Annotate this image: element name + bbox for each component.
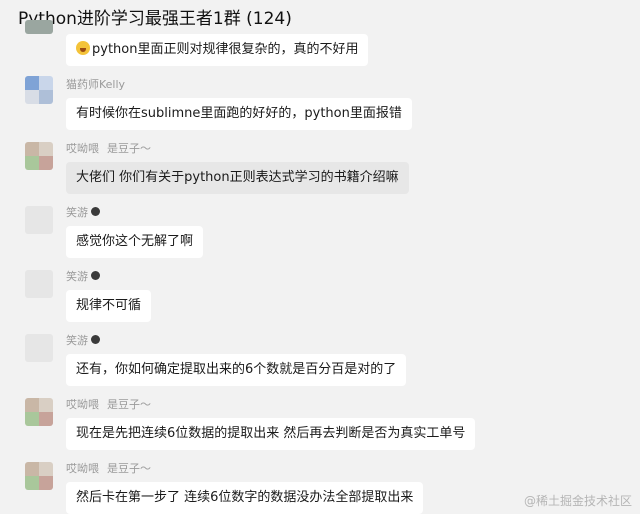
sender-nickname: 哎呦喂 (66, 142, 99, 155)
badge-icon (91, 335, 100, 344)
message-text: 还有，你如何确定提取出来的6个数就是百分百是对的了 (76, 362, 397, 377)
message-text: 现在是先把连续6位数据的提取出来 然后再去判断是否为真实工单号 (76, 426, 466, 441)
sender-nickname: 笑游 (66, 334, 88, 347)
member-tag: 是豆子～ (107, 462, 151, 475)
sender-name: 笑游 (66, 332, 101, 348)
avatar[interactable] (25, 76, 53, 104)
message-bubble[interactable]: 然后卡在第一步了 连续6位数字的数据没办法全部提取出来 (66, 482, 424, 514)
avatar[interactable] (25, 334, 53, 362)
sender-name: 笑游 (66, 204, 101, 220)
chat-header: Python进阶学习最强王者1群 (124) (0, 0, 640, 34)
sender-name: 笑游 (66, 268, 101, 284)
sender-nickname: 笑游 (66, 206, 88, 219)
message-text: 规律不可循 (76, 298, 142, 313)
message-bubble[interactable]: 大佬们 你们有关于python正则表达式学习的书籍介绍嘛 (66, 162, 409, 194)
message-text: 有时候你在sublimne里面跑的好好的，python里面报错 (76, 106, 402, 121)
message-bubble[interactable]: 还有，你如何确定提取出来的6个数就是百分百是对的了 (66, 354, 407, 386)
message-bubble[interactable]: 感觉你这个无解了啊 (66, 226, 204, 258)
avatar[interactable] (25, 398, 53, 426)
message-text: 感觉你这个无解了啊 (76, 234, 194, 249)
sender-name: 哎呦喂 是豆子～ (66, 460, 151, 476)
sender-nickname: 哎呦喂 (66, 398, 99, 411)
badge-icon (91, 271, 100, 280)
watermark-text: @稀土掘金技术社区 (523, 494, 632, 508)
member-tag: 是豆子～ (107, 398, 151, 411)
sender-nickname: 哎呦喂 (66, 462, 99, 475)
sender-nickname: 猫药师Kelly (66, 78, 126, 91)
avatar[interactable] (25, 20, 53, 34)
sender-name: 猫药师Kelly (66, 76, 125, 92)
message-bubble[interactable]: 规律不可循 (66, 290, 152, 322)
sender-name: 哎呦喂 是豆子～ (66, 396, 151, 412)
smiling-face-emoji-icon (76, 41, 90, 55)
sender-nickname: 笑游 (66, 270, 88, 283)
message-text: python里面正则对规律很复杂的，真的不好用 (92, 42, 359, 57)
member-tag: 是豆子～ (107, 142, 151, 155)
message-bubble[interactable]: 有时候你在sublimne里面跑的好好的，python里面报错 (66, 98, 412, 130)
badge-icon (91, 207, 100, 216)
avatar[interactable] (25, 142, 53, 170)
message-text: 然后卡在第一步了 连续6位数字的数据没办法全部提取出来 (76, 490, 414, 505)
avatar[interactable] (25, 270, 53, 298)
avatar[interactable] (25, 206, 53, 234)
message-bubble[interactable]: 现在是先把连续6位数据的提取出来 然后再去判断是否为真实工单号 (66, 418, 476, 450)
message-bubble[interactable]: python里面正则对规律很复杂的，真的不好用 (66, 34, 369, 66)
message-text: 大佬们 你们有关于python正则表达式学习的书籍介绍嘛 (76, 170, 399, 185)
avatar[interactable] (25, 462, 53, 490)
group-title: Python进阶学习最强王者1群 (124) (18, 9, 292, 29)
sender-name: 哎呦喂 是豆子～ (66, 140, 151, 156)
